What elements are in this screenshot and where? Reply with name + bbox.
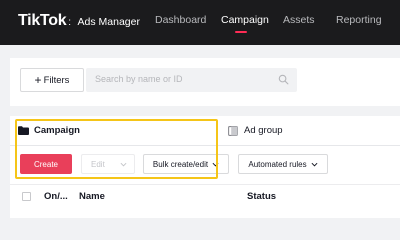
nav-campaign[interactable]: Campaign bbox=[221, 14, 269, 26]
nav-reporting[interactable]: Reporting bbox=[336, 14, 382, 26]
ad-group-icon bbox=[228, 125, 238, 136]
search-icon[interactable] bbox=[278, 74, 289, 85]
top-navigation-bar: TikTok: Ads Manager Dashboard Campaign A… bbox=[0, 0, 400, 45]
tab-ad-group[interactable]: Ad group bbox=[228, 125, 283, 136]
nav-dashboard[interactable]: Dashboard bbox=[155, 14, 206, 26]
brand-product-name: Ads Manager bbox=[77, 16, 140, 28]
plus-icon: + bbox=[34, 73, 42, 87]
brand[interactable]: TikTok: Ads Manager bbox=[18, 12, 140, 30]
filter-bar: + Filters Search by name or ID bbox=[10, 58, 400, 106]
chevron-down-icon bbox=[311, 162, 318, 166]
filters-button[interactable]: + Filters bbox=[20, 68, 84, 92]
brand-separator: : bbox=[68, 17, 72, 28]
search-placeholder: Search by name or ID bbox=[95, 74, 183, 84]
automated-rules-label: Automated rules bbox=[248, 159, 307, 169]
highlight-box bbox=[15, 119, 218, 179]
tab-ad-group-label: Ad group bbox=[244, 125, 283, 136]
automated-rules-dropdown[interactable]: Automated rules bbox=[238, 154, 328, 174]
tiktok-logo: TikTok bbox=[18, 12, 67, 29]
nav-assets[interactable]: Assets bbox=[283, 14, 315, 26]
search-input[interactable]: Search by name or ID bbox=[86, 68, 297, 92]
active-nav-indicator bbox=[235, 31, 247, 33]
filters-button-label: Filters bbox=[43, 74, 70, 86]
